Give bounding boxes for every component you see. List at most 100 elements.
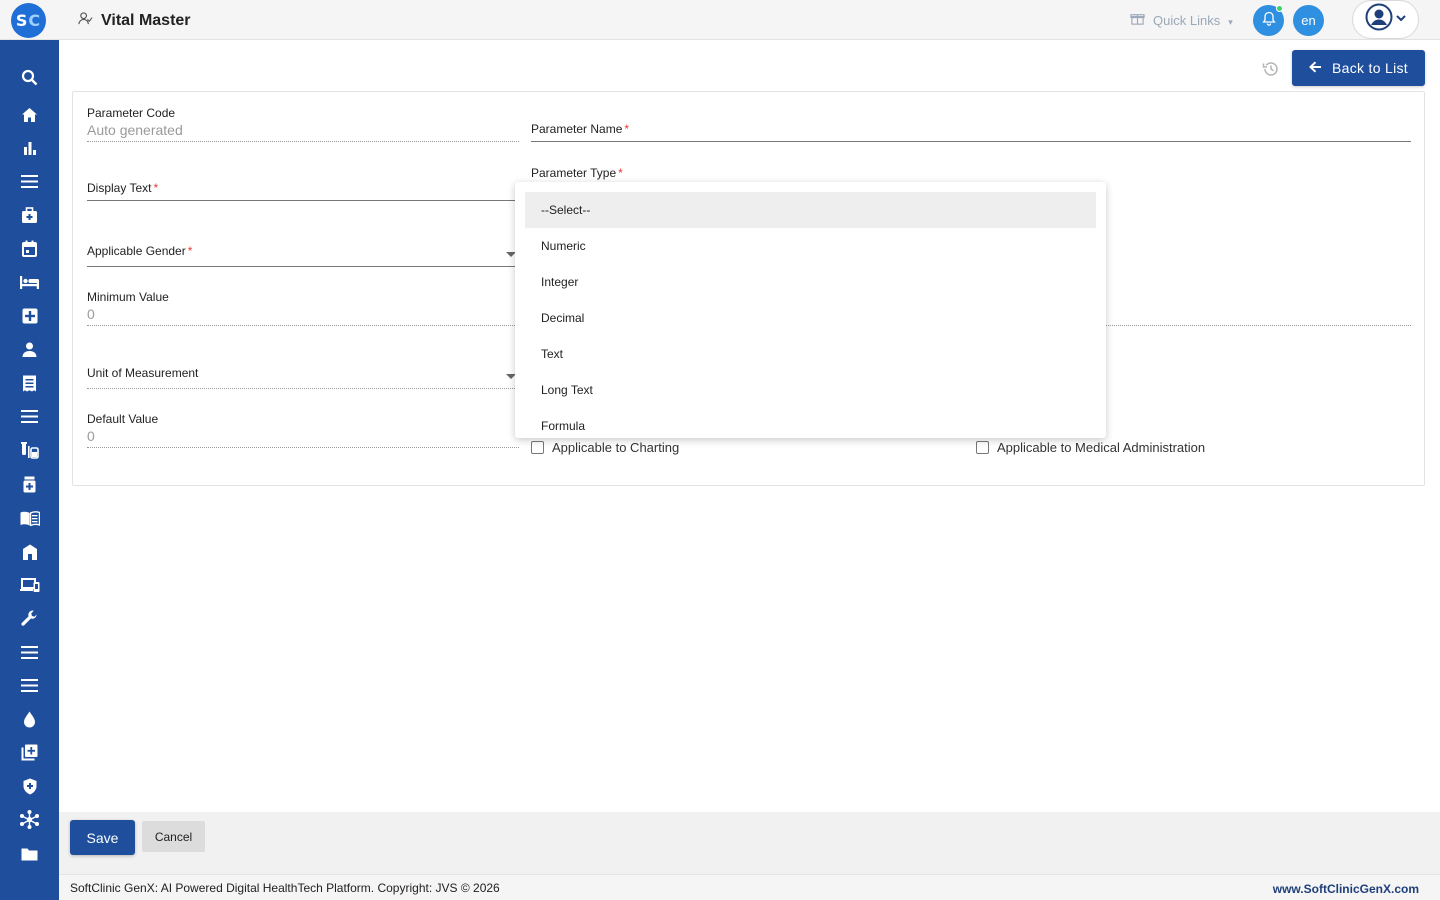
dropdown-option-long-text[interactable]: Long Text — [525, 372, 1096, 408]
page-title: Vital Master — [101, 12, 191, 29]
sidebar-item-appointments[interactable] — [0, 238, 59, 264]
user-avatar-icon — [1365, 3, 1393, 36]
applicable-gender-field[interactable]: Applicable Gender * — [87, 244, 192, 258]
parameter-code-value: Auto generated — [87, 122, 183, 138]
language-button[interactable]: en — [1293, 5, 1324, 36]
sidebar-item-emergency[interactable] — [0, 305, 59, 331]
menu-icon — [21, 679, 38, 697]
sidebar-item-facility[interactable] — [0, 541, 59, 567]
lab-tubes-icon — [20, 442, 39, 464]
applicable-to-charting-checkbox[interactable]: Applicable to Charting — [531, 440, 679, 455]
required-asterisk: * — [187, 244, 193, 258]
wrench-icon — [21, 610, 38, 632]
sidebar-item-library[interactable] — [0, 508, 59, 534]
folder-icon — [21, 847, 38, 866]
right-field-underline — [1106, 325, 1411, 326]
home-icon — [21, 107, 38, 128]
sidebar-item-reports[interactable] — [0, 137, 59, 163]
applicable-gender-label: Applicable Gender — [87, 244, 186, 258]
sidebar-item-inpatient[interactable] — [0, 272, 59, 298]
vitals-icon — [78, 11, 93, 31]
default-value-underline — [87, 447, 519, 448]
sidebar-item-laboratory[interactable] — [0, 440, 59, 466]
applicable-to-medical-administration-checkbox[interactable]: Applicable to Medical Administration — [976, 440, 1205, 455]
applicable-gender-select[interactable] — [87, 266, 519, 267]
sidebar-item-security[interactable] — [0, 776, 59, 802]
dropdown-option-numeric[interactable]: Numeric — [525, 228, 1096, 264]
display-text-field[interactable]: Display Text * — [87, 181, 158, 195]
parameter-type-label-wrap: Parameter Type * — [531, 166, 623, 180]
required-asterisk: * — [618, 166, 623, 180]
sidebar-item-home[interactable] — [0, 104, 59, 130]
network-icon — [20, 810, 39, 834]
user-menu-button[interactable] — [1352, 0, 1419, 39]
minimum-value-field[interactable]: Minimum Value 0 — [87, 290, 169, 322]
unit-of-measurement-select[interactable] — [87, 388, 519, 389]
sidebar-item-medical[interactable] — [0, 205, 59, 231]
default-value-field[interactable]: Default Value 0 — [87, 412, 158, 444]
sidebar-item-documents[interactable] — [0, 843, 59, 869]
dropdown-option-integer[interactable]: Integer — [525, 264, 1096, 300]
checkbox-box[interactable] — [976, 441, 989, 454]
parameter-type-label: Parameter Type — [531, 166, 617, 180]
quick-links-label: Quick Links — [1153, 12, 1221, 28]
building-icon — [22, 544, 38, 565]
applicable-to-charting-label: Applicable to Charting — [552, 440, 680, 455]
parameter-type-dropdown[interactable]: --Select-- Numeric Integer Decimal Text … — [515, 182, 1106, 438]
sidebar-item-billing[interactable] — [0, 373, 59, 399]
parameter-name-field[interactable]: Parameter Name * — [531, 122, 629, 136]
dropdown-option-select[interactable]: --Select-- — [525, 192, 1096, 228]
parameter-name-label: Parameter Name — [531, 122, 623, 136]
main-content: Back to List Parameter Code Auto generat… — [59, 40, 1440, 900]
sidebar-item-patients[interactable] — [0, 339, 59, 365]
chevron-down-icon: ▾ — [1228, 16, 1233, 27]
dropdown-option-decimal[interactable]: Decimal — [525, 300, 1096, 336]
sidebar-item-menu-3[interactable] — [0, 642, 59, 668]
sidebar-item-menu-1[interactable] — [0, 171, 59, 197]
footer: SoftClinic GenX: AI Powered Digital Heal… — [59, 874, 1440, 900]
sidebar-item-blood-bank[interactable] — [0, 709, 59, 735]
dropdown-option-text[interactable]: Text — [525, 336, 1096, 372]
parameter-type-field[interactable]: Parameter Type * — [531, 166, 623, 180]
parameter-name-input[interactable] — [531, 141, 1411, 142]
back-to-list-button[interactable]: Back to List — [1292, 50, 1425, 86]
devices-icon — [19, 578, 40, 598]
footer-copyright: SoftClinic GenX: AI Powered Digital Heal… — [70, 881, 500, 895]
sidebar-item-search[interactable] — [0, 67, 59, 93]
drop-icon — [23, 711, 36, 733]
sidebar-item-tools[interactable] — [0, 608, 59, 634]
logo-letter-c: C — [28, 11, 42, 30]
notifications-button[interactable] — [1253, 5, 1284, 36]
notification-dot — [1276, 5, 1283, 12]
sidebar-item-pharmacy[interactable] — [0, 474, 59, 500]
sidebar-item-add-records[interactable] — [0, 742, 59, 768]
quick-links-menu[interactable]: Quick Links ▾ — [1130, 11, 1233, 29]
first-aid-icon — [22, 308, 38, 329]
book-icon — [20, 511, 40, 531]
shield-icon — [23, 778, 37, 800]
bed-icon — [20, 276, 39, 294]
logo-letter-s: S — [15, 11, 29, 30]
calendar-icon — [22, 240, 37, 262]
history-icon[interactable] — [1262, 60, 1280, 83]
display-text-input[interactable] — [87, 200, 519, 201]
cancel-button[interactable]: Cancel — [142, 821, 205, 852]
chevron-down-icon — [1395, 11, 1407, 29]
minimum-value-label: Minimum Value — [87, 290, 169, 304]
sidebar-item-network[interactable] — [0, 809, 59, 835]
sidebar-item-menu-2[interactable] — [0, 406, 59, 432]
dropdown-option-formula[interactable]: Formula — [525, 408, 1096, 438]
bell-icon — [1261, 11, 1276, 31]
applicable-to-medical-administration-label: Applicable to Medical Administration — [997, 440, 1206, 455]
menu-icon — [21, 175, 38, 193]
sidebar-item-menu-4[interactable] — [0, 675, 59, 701]
app-logo[interactable]: SC — [11, 3, 46, 38]
display-text-label-wrap: Display Text * — [87, 181, 158, 195]
form-action-bar: Save Cancel — [59, 812, 1440, 874]
sidebar-item-devices[interactable] — [0, 575, 59, 601]
parameter-name-label-wrap: Parameter Name * — [531, 122, 629, 136]
footer-website-link[interactable]: www.SoftClinicGenX.com — [1273, 882, 1419, 896]
unit-of-measurement-field[interactable]: Unit of Measurement — [87, 366, 198, 380]
checkbox-box[interactable] — [531, 441, 544, 454]
save-button[interactable]: Save — [70, 820, 135, 855]
